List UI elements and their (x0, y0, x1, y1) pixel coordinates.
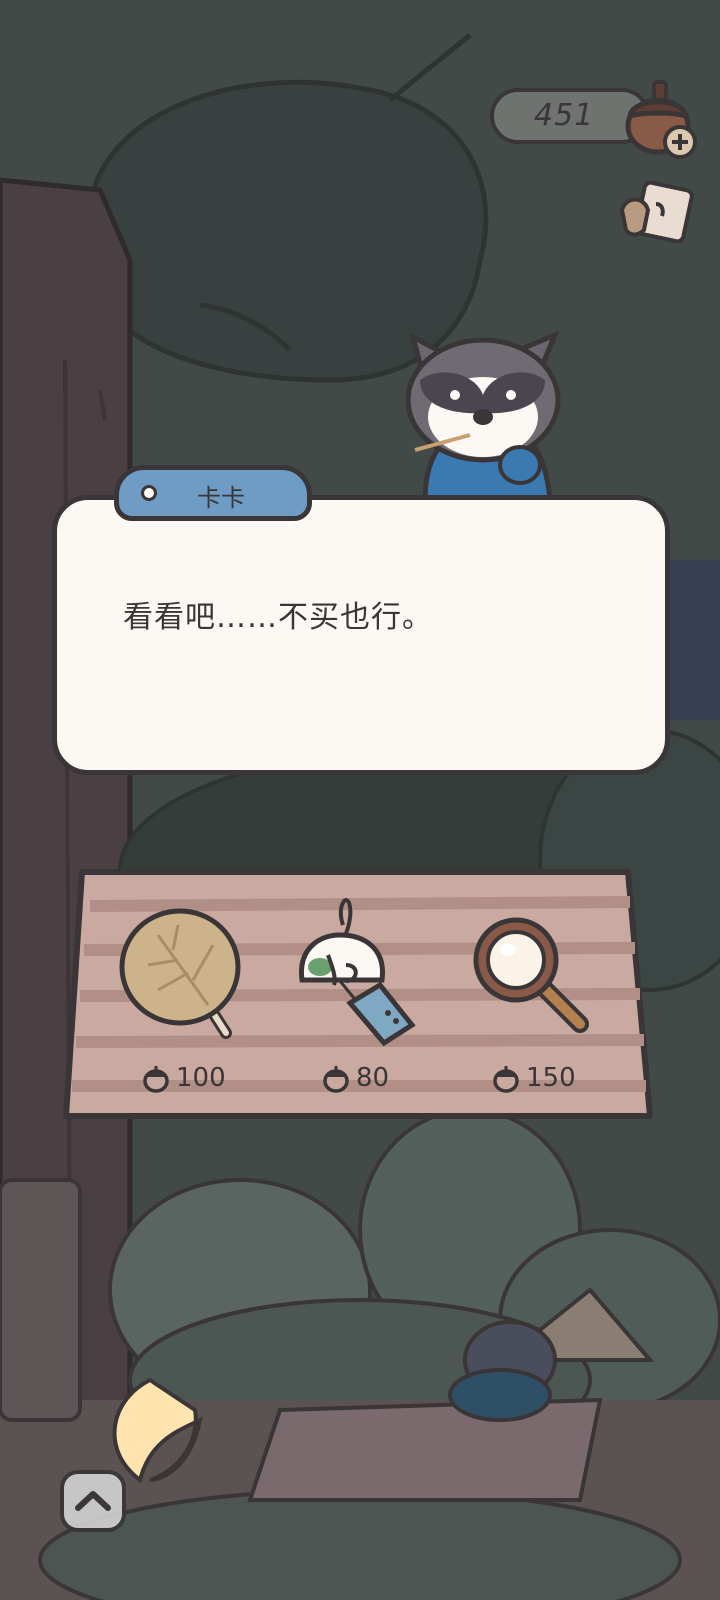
magnifying-glass-icon[interactable] (472, 916, 602, 1046)
dialog-box[interactable]: 看看吧……不买也行。 (52, 495, 670, 775)
raccoon-shopkeeper[interactable] (395, 325, 565, 500)
plus-icon (663, 125, 697, 159)
forest-background (0, 0, 720, 1600)
price-value: 100 (176, 1063, 226, 1093)
acorn-icon (493, 1066, 519, 1093)
wind-chime-icon[interactable] (288, 885, 428, 1065)
leaf-fan-icon[interactable] (118, 905, 248, 1045)
name-tag-dot (141, 485, 157, 501)
dialog-text: 看看吧……不买也行。 (123, 600, 433, 635)
speaker-name: 卡卡 (197, 484, 245, 512)
acorn-icon (323, 1066, 349, 1093)
price-value: 80 (356, 1063, 390, 1093)
acorn-count: 451 (534, 98, 595, 133)
chevron-up-icon (75, 1491, 111, 1511)
acorn-icon (143, 1066, 169, 1093)
price-value: 150 (526, 1063, 576, 1093)
add-acorn-button[interactable] (622, 74, 702, 160)
price-tag-magnifier: 150 (490, 1058, 576, 1098)
collapse-button[interactable] (60, 1470, 126, 1532)
game-scene: 451 看看吧……不买也行。 卡卡 100 80 150 (0, 0, 720, 1600)
price-tag-chime: 80 (320, 1058, 389, 1098)
speaker-name-tag: 卡卡 (114, 465, 312, 521)
flip-card-icon[interactable] (618, 180, 698, 252)
price-tag-fan: 100 (140, 1058, 226, 1098)
